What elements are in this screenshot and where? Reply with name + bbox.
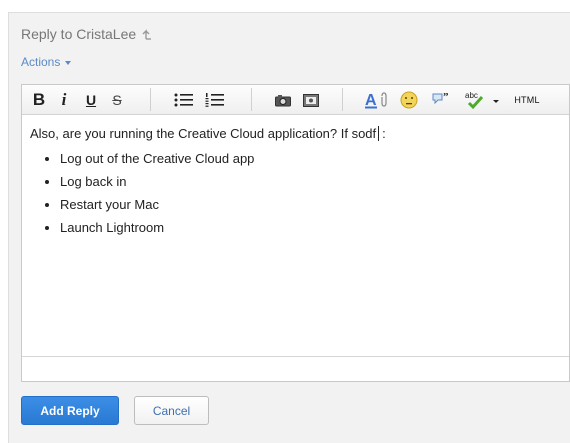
- editor-content[interactable]: Also, are you running the Creative Cloud…: [22, 115, 569, 356]
- strikethrough-button[interactable]: S: [108, 89, 126, 111]
- text-cursor: [378, 126, 380, 141]
- reply-arrow-icon: [142, 29, 151, 40]
- video-icon: [303, 93, 319, 107]
- numbered-list-button[interactable]: [204, 89, 226, 111]
- actions-label: Actions: [21, 55, 61, 69]
- font-color-button[interactable]: A: [365, 89, 389, 111]
- svg-text:A: A: [365, 92, 377, 109]
- list-item: Restart your Mac: [60, 193, 561, 216]
- spellcheck-icon: abc: [465, 91, 499, 110]
- smiley-icon: [400, 91, 418, 109]
- editor-toolbar: B i U S A ” abc HTML: [22, 85, 569, 115]
- numbered-list-icon: [205, 93, 224, 107]
- html-source-button[interactable]: HTML: [512, 89, 542, 111]
- spellcheck-button[interactable]: abc: [464, 89, 500, 111]
- italic-icon: i: [61, 90, 67, 109]
- quote-button[interactable]: ”: [430, 89, 452, 111]
- insert-video-button[interactable]: [302, 89, 320, 111]
- underline-icon: U: [85, 92, 97, 108]
- editor-status-bar: [22, 356, 569, 381]
- underline-button[interactable]: U: [82, 89, 100, 111]
- list-item: Launch Lightroom: [60, 216, 561, 239]
- font-color-icon: A: [365, 92, 387, 109]
- camera-icon: [275, 94, 291, 106]
- list-item: Log out of the Creative Cloud app: [60, 147, 561, 170]
- add-reply-button[interactable]: Add Reply: [21, 396, 119, 425]
- svg-text:”: ”: [443, 91, 449, 103]
- paragraph-text-tail: :: [382, 126, 386, 141]
- cancel-button[interactable]: Cancel: [134, 396, 209, 425]
- actions-dropdown[interactable]: Actions: [21, 55, 72, 69]
- emoticon-button[interactable]: [398, 89, 420, 111]
- quote-icon: ”: [432, 91, 449, 105]
- strikethrough-icon: S: [112, 92, 122, 108]
- italic-button[interactable]: i: [56, 89, 72, 111]
- chevron-down-icon: [65, 60, 72, 65]
- bulleted-list-icon: [174, 93, 193, 107]
- rich-text-editor[interactable]: B i U S A ” abc HTML Also, are you runni…: [21, 84, 570, 382]
- list-item: Log back in: [60, 170, 561, 193]
- bulleted-list: Log out of the Creative Cloud app Log ba…: [30, 147, 561, 239]
- bulleted-list-button[interactable]: [173, 89, 195, 111]
- editor-paragraph: Also, are you running the Creative Cloud…: [30, 124, 561, 143]
- svg-text:abc: abc: [465, 91, 478, 100]
- paragraph-text: Also, are you running the Creative Cloud…: [30, 126, 377, 141]
- reply-title: Reply to CristaLee: [21, 26, 137, 42]
- insert-image-button[interactable]: [274, 89, 292, 111]
- bold-button[interactable]: B: [30, 89, 48, 111]
- html-label: HTML: [514, 95, 540, 105]
- bold-icon: B: [32, 90, 46, 109]
